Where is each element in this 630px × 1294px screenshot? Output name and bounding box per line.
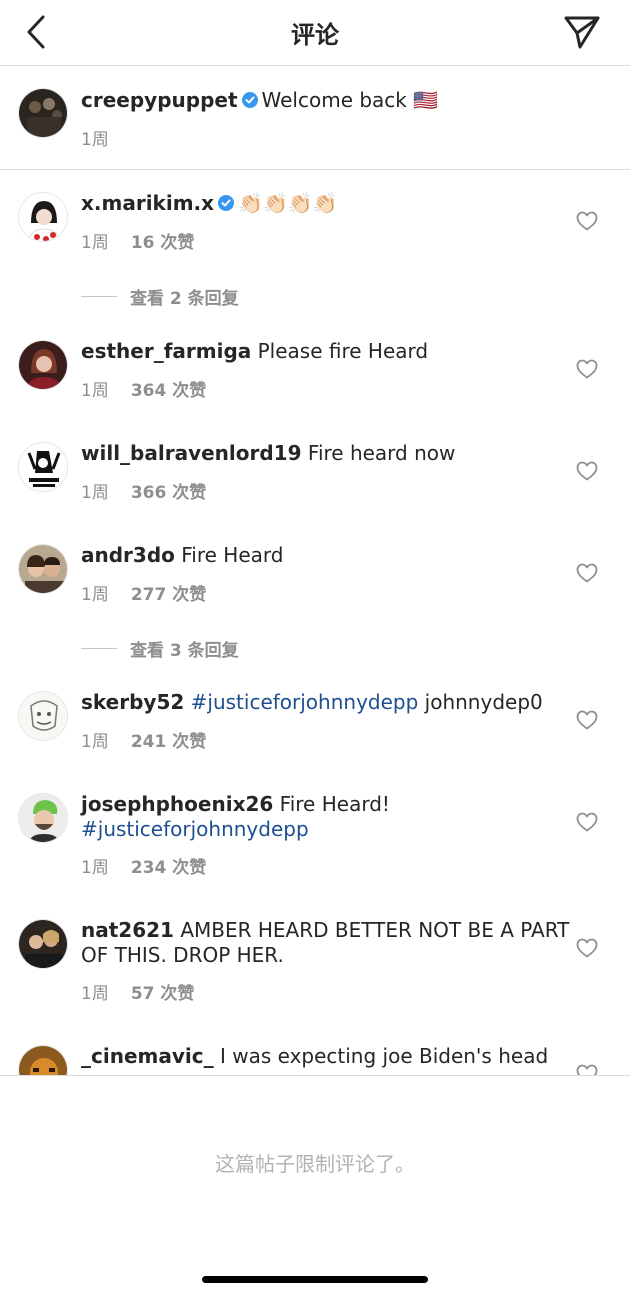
comment-text: Fire Heard! <box>279 792 390 816</box>
comment-body: josephphoenix26 Fire Heard! #justiceforjo… <box>81 792 570 842</box>
comment-time: 1周 <box>81 585 109 605</box>
home-indicator[interactable] <box>202 1276 428 1283</box>
heart-outline-icon[interactable] <box>576 1064 598 1075</box>
post-caption: creepypuppet Welcome back 🇺🇸 1周 <box>0 66 630 170</box>
avatar[interactable] <box>18 544 68 594</box>
heart-outline-icon[interactable] <box>576 938 598 958</box>
avatar[interactable] <box>18 1045 68 1075</box>
comment-likes[interactable]: 277 次赞 <box>131 585 206 605</box>
verified-badge-icon <box>218 195 235 211</box>
comment-body: andr3do Fire Heard <box>81 543 570 568</box>
comment-username[interactable]: andr3do <box>81 543 175 567</box>
comment-hashtag[interactable]: #justiceforjohnnydepp <box>191 690 419 714</box>
comment-time: 1周 <box>81 858 109 878</box>
view-replies-label: 查看 2 条回复 <box>130 289 239 309</box>
caption-username[interactable]: creepypuppet <box>81 88 238 112</box>
heart-outline-icon[interactable] <box>576 461 598 481</box>
comment-time: 1周 <box>81 483 109 503</box>
comment-body: esther_farmiga Please fire Heard <box>81 339 570 364</box>
comment-likes[interactable]: 234 次赞 <box>131 858 206 878</box>
view-replies-label: 查看 3 条回复 <box>130 641 239 661</box>
comment-username[interactable]: x.marikim.x <box>81 191 214 215</box>
top-navigation-bar: 评论 <box>0 0 630 66</box>
paper-plane-icon <box>564 16 600 49</box>
comment-likes[interactable]: 241 次赞 <box>131 732 206 752</box>
comment-body: will_balravenlord19 Fire heard now <box>81 441 570 466</box>
comment-time: 1周 <box>81 381 109 401</box>
divider <box>81 296 117 297</box>
heart-outline-icon[interactable] <box>576 359 598 379</box>
avatar[interactable] <box>18 919 68 969</box>
comment-text: Please fire Heard <box>257 339 429 363</box>
page-title: 评论 <box>291 21 339 49</box>
heart-outline-icon[interactable] <box>576 710 598 730</box>
avatar[interactable] <box>18 340 68 390</box>
comment-username[interactable]: skerby52 <box>81 690 184 714</box>
comment-body: nat2621 AMBER HEARD BETTER NOT BE A PART… <box>81 918 570 968</box>
comment-text: 👏🏻👏🏻👏🏻👏🏻 <box>238 191 338 215</box>
caption-time: 1周 <box>81 130 109 150</box>
divider <box>81 648 117 649</box>
comments-limited-notice: 这篇帖子限制评论了。 <box>215 1152 415 1176</box>
avatar[interactable] <box>18 691 68 741</box>
comment-username[interactable]: esther_farmiga <box>81 339 251 363</box>
comment-username[interactable]: nat2621 <box>81 918 174 942</box>
comment-body: x.marikim.x 👏🏻👏🏻👏🏻👏🏻 <box>81 191 570 216</box>
comment-hashtag[interactable]: #justiceforjohnnydepp <box>81 817 309 841</box>
comment-time: 1周 <box>81 984 109 1004</box>
comment-text: Fire heard now <box>307 441 456 465</box>
comment-username[interactable]: josephphoenix26 <box>81 792 273 816</box>
comment-time: 1周 <box>81 233 109 253</box>
avatar[interactable] <box>18 793 68 843</box>
comment-list[interactable]: x.marikim.x 👏🏻👏🏻👏🏻👏🏻 1周 16 次赞 查看 2 条回复 est… <box>0 171 630 1075</box>
comment-text: johnnydep0 <box>424 690 543 714</box>
comment-time: 1周 <box>81 732 109 752</box>
comments-limited-footer: 这篇帖子限制评论了。 <box>0 1075 630 1294</box>
comment-likes[interactable]: 364 次赞 <box>131 381 206 401</box>
view-replies-button[interactable]: 查看 3 条回复 <box>81 636 239 661</box>
avatar[interactable] <box>18 192 68 242</box>
caption-text: Welcome back 🇺🇸 <box>261 88 439 112</box>
share-button[interactable] <box>562 12 602 52</box>
verified-badge-icon <box>241 92 258 108</box>
comment-body: skerby52 #justiceforjohnnydepp johnnydep… <box>81 690 570 715</box>
comment-text: I was expecting joe Biden's head <box>219 1044 549 1068</box>
comment-likes[interactable]: 16 次赞 <box>131 233 195 253</box>
avatar[interactable] <box>18 88 68 138</box>
heart-outline-icon[interactable] <box>576 211 598 231</box>
avatar[interactable] <box>18 442 68 492</box>
comment-body: _cinemavic_ I was expecting joe Biden's … <box>81 1044 570 1069</box>
comment-username[interactable]: _cinemavic_ <box>81 1044 214 1068</box>
heart-outline-icon[interactable] <box>576 812 598 832</box>
comment-likes[interactable]: 57 次赞 <box>131 984 195 1004</box>
comment-text: Fire Heard <box>181 543 284 567</box>
comment-username[interactable]: will_balravenlord19 <box>81 441 302 465</box>
comment-likes[interactable]: 366 次赞 <box>131 483 206 503</box>
heart-outline-icon[interactable] <box>576 563 598 583</box>
view-replies-button[interactable]: 查看 2 条回复 <box>81 284 239 309</box>
